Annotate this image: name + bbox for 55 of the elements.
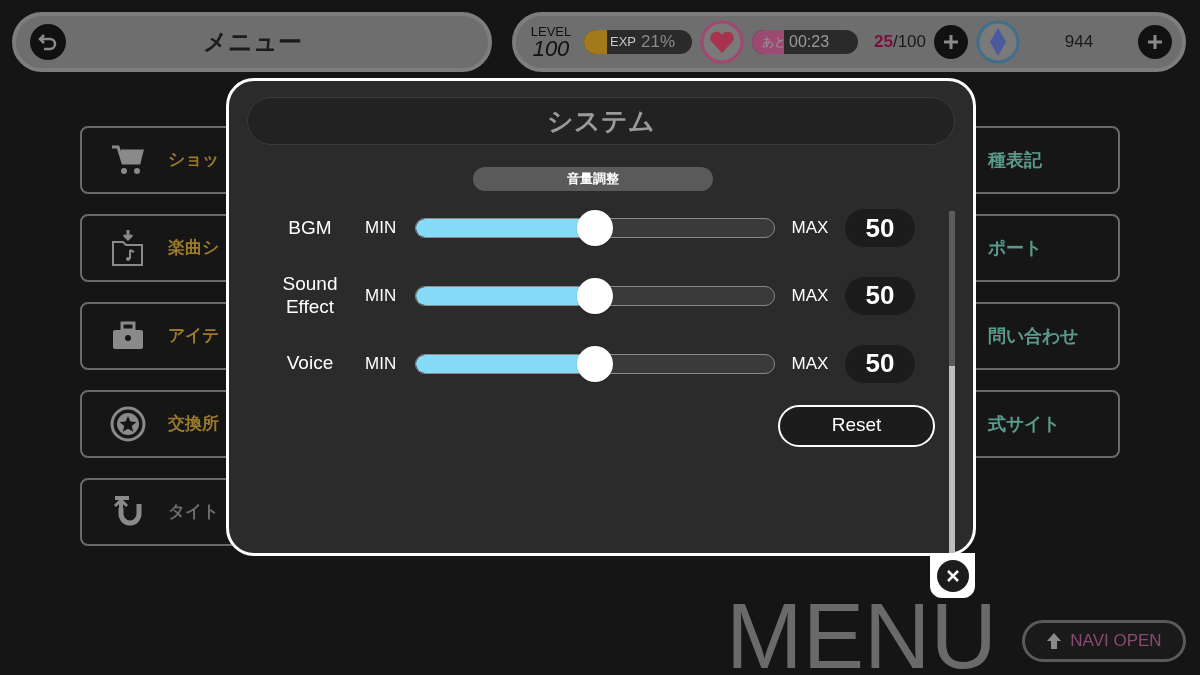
stamina-max: /100	[892, 31, 926, 54]
add-stamina-button[interactable]	[934, 25, 968, 59]
back-button[interactable]	[30, 24, 66, 60]
max-label: MAX	[790, 217, 830, 240]
volume-value: 50	[845, 344, 915, 383]
crystal-count: 944	[1063, 31, 1095, 54]
plus-icon	[943, 34, 959, 50]
max-label: MAX	[790, 285, 830, 308]
exp-label: EXP	[610, 33, 636, 52]
min-label: MIN	[365, 285, 398, 308]
volume-value: 50	[845, 209, 915, 247]
close-icon	[946, 569, 959, 582]
backdrop-title: MENU	[726, 590, 997, 675]
slider-thumb[interactable]	[577, 277, 613, 314]
menu-label: 交換所	[168, 413, 219, 436]
slider-thumb[interactable]	[577, 210, 613, 246]
menu-label: 種表記	[988, 148, 1042, 172]
star-medal-icon	[110, 406, 146, 442]
timer-prefix: あと	[762, 34, 786, 51]
channel-label: Voice	[285, 352, 335, 375]
menu-label: 式サイト	[988, 412, 1060, 436]
dialog-title: システム	[547, 104, 655, 138]
volume-slider[interactable]	[415, 276, 775, 315]
menu-label: ポート	[988, 236, 1042, 260]
shopping-cart-icon	[110, 143, 146, 177]
section-label: 音量調整	[473, 167, 713, 191]
add-crystal-button[interactable]	[1138, 25, 1172, 59]
channel-label: BGM	[287, 216, 333, 240]
max-label: MAX	[790, 352, 830, 375]
min-label: MIN	[365, 352, 398, 375]
close-button[interactable]	[936, 559, 969, 592]
up-arrow-icon	[1046, 632, 1063, 650]
back-icon	[38, 32, 58, 52]
crystal-icon	[976, 20, 1020, 64]
music-folder-icon	[110, 228, 146, 268]
channel-label: Sound Effect	[281, 273, 339, 319]
slider-thumb[interactable]	[577, 345, 613, 382]
page-title: メニュー	[201, 27, 303, 57]
menu-label: タイト	[168, 501, 219, 524]
menu-label: 楽曲シ	[168, 237, 219, 260]
min-label: MIN	[365, 217, 398, 240]
volume-slider[interactable]	[415, 344, 775, 383]
reset-button[interactable]: Reset	[778, 404, 935, 447]
menu-label: ショッ	[168, 149, 219, 172]
menu-label: 問い合わせ	[988, 324, 1078, 348]
volume-value: 50	[845, 276, 915, 315]
level-label: LEVEL	[530, 24, 572, 38]
menu-label: アイテ	[168, 325, 219, 348]
stamina-timer: 00:23	[789, 32, 830, 52]
toolbox-icon	[111, 321, 145, 351]
exp-percent: 21%	[641, 31, 676, 54]
level-value: 100	[532, 37, 570, 60]
stamina-current: 25	[874, 31, 893, 54]
plus-icon	[1147, 34, 1163, 50]
volume-slider[interactable]	[415, 209, 775, 247]
